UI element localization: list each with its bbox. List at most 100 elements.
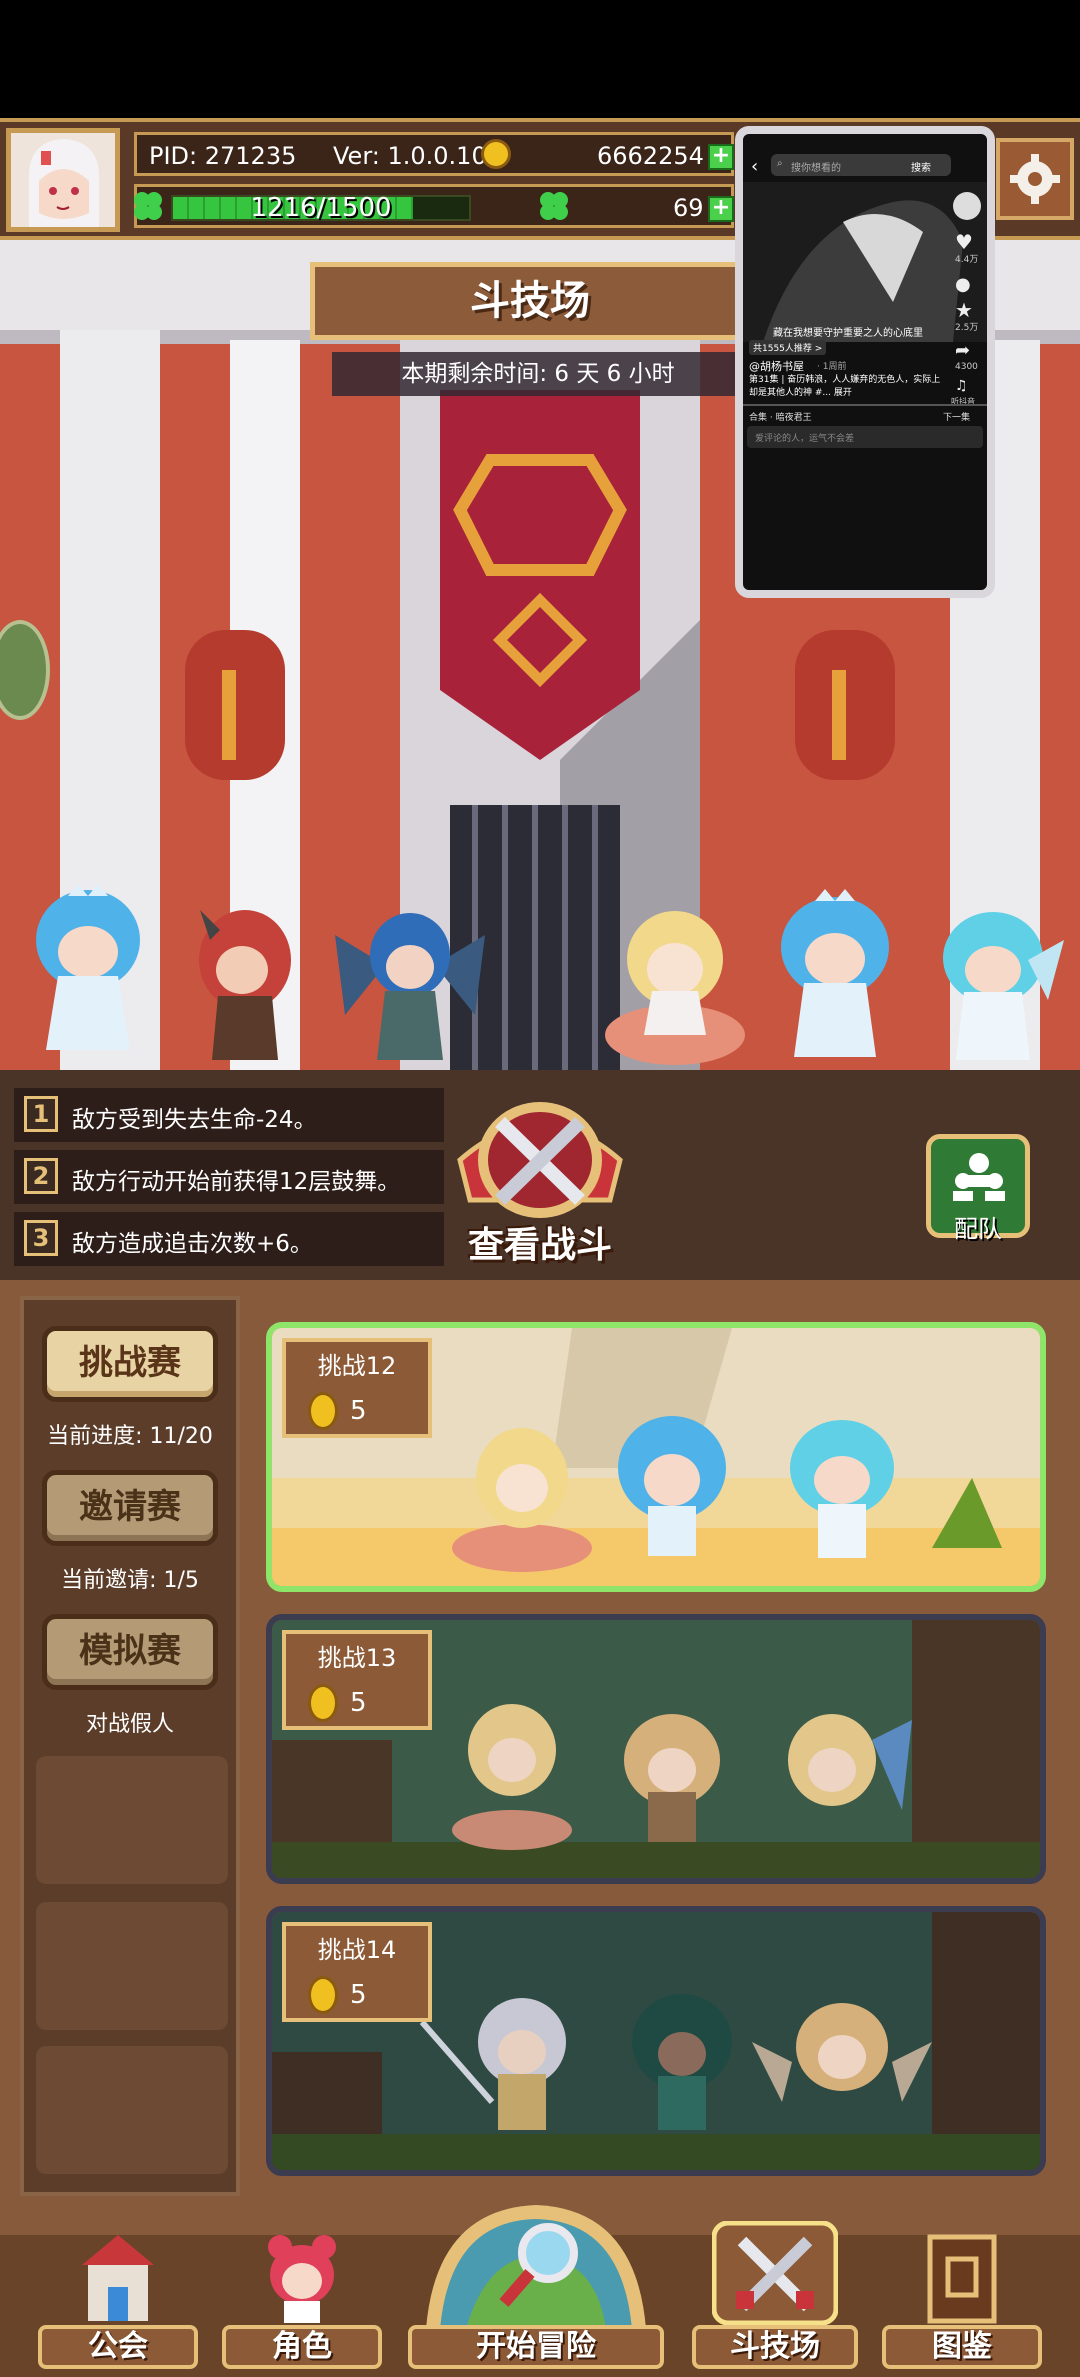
- video-search-placeholder: 搜你想看的: [791, 163, 841, 174]
- status-bar: [0, 0, 1080, 118]
- video-caption: 藏在我想要守护重要之人的心底里: [773, 328, 923, 339]
- version-text: Ver: 1.0.0.10: [333, 142, 487, 170]
- character-sprite: [605, 911, 745, 1065]
- character-sprite: [781, 889, 889, 1057]
- character-sprite: [199, 910, 291, 1060]
- floating-video-window[interactable]: ‹ ⌕ 搜你想看的 搜索 ♥ 4.4万 ● ★ 2.5万 ➦ 4300 ♫ 听抖…: [735, 126, 995, 598]
- share-count: 4300: [955, 362, 978, 372]
- add-clover-icon[interactable]: +: [708, 196, 734, 222]
- simulation-desc: 对战假人: [85, 1712, 174, 1737]
- nav-character[interactable]: 角色: [222, 2235, 382, 2369]
- gear-icon: [1010, 154, 1060, 204]
- like-count: 4.4万: [955, 255, 979, 265]
- crossed-swords-icon: [712, 2221, 838, 2325]
- page-title: 斗技场: [470, 278, 590, 324]
- season-timer: 本期剩余时间: 6 天 6 小时: [332, 352, 744, 396]
- settings-button[interactable]: [996, 138, 1074, 220]
- info-row: PID: 271235 Ver: 1.0.0.10 6662254: [134, 132, 734, 176]
- effect-text: 敌方受到失去生命-24。: [72, 1107, 317, 1133]
- season-timer-text: 本期剩余时间: 6 天 6 小时: [401, 361, 675, 387]
- medal-coin-icon: [308, 1392, 338, 1430]
- effect-number: 3: [24, 1220, 58, 1256]
- comment-placeholder: 爱评论的人，运气不会差: [755, 434, 855, 444]
- next-episode[interactable]: 下一集: [943, 410, 970, 423]
- comment-input[interactable]: 爱评论的人，运气不会差: [747, 426, 983, 448]
- share-icon[interactable]: ➦: [955, 340, 970, 361]
- video-search-button[interactable]: 搜索: [911, 159, 931, 174]
- character-sprite: [943, 912, 1064, 1060]
- energy-text: 1216/1500: [250, 193, 392, 223]
- book-icon: [927, 2234, 997, 2324]
- search-icon: ⌕: [777, 158, 783, 169]
- video-progress[interactable]: [743, 404, 987, 406]
- effect-text: 敌方行动开始前获得12层鼓舞。: [72, 1169, 401, 1195]
- nav-start-adventure-label: 开始冒险: [408, 2325, 664, 2369]
- challenge-title: 挑战12: [317, 1352, 397, 1380]
- challenge-label: 挑战14 5: [282, 1922, 432, 2022]
- nav-start-adventure[interactable]: 开始冒险: [408, 2205, 664, 2369]
- character-sprite: [36, 884, 140, 1050]
- view-battle-label: 查看战斗: [467, 1225, 612, 1266]
- video-description: 第31集 | 奋历韩浪，人人嫌弃的无色人，实际上却是其他人的神 #... 展开: [749, 375, 941, 398]
- team-setup-label: 配队: [954, 1215, 1002, 1243]
- energy-clover-icon: [134, 192, 162, 220]
- nav-collection-label: 图鉴: [882, 2325, 1042, 2369]
- guild-building-icon: [82, 2235, 154, 2321]
- challenge-card[interactable]: 挑战12 5: [266, 1322, 1046, 1592]
- nav-collection[interactable]: 图鉴: [882, 2234, 1042, 2369]
- video-collection[interactable]: 合集 · 暗夜君王: [749, 410, 812, 423]
- effect-item: 2 敌方行动开始前获得12层鼓舞。: [14, 1150, 444, 1204]
- gold-coin-icon: [481, 139, 511, 169]
- avatar[interactable]: [6, 128, 120, 232]
- nav-arena[interactable]: 斗技场: [692, 2221, 858, 2369]
- magnifier-map-icon: [426, 2205, 646, 2329]
- empty-slot: [36, 2046, 228, 2174]
- challenge-mode-button[interactable]: 挑战赛: [42, 1326, 218, 1402]
- effect-item: 3 敌方造成追击次数+6。: [14, 1212, 444, 1266]
- nav-guild-label: 公会: [38, 2325, 198, 2369]
- back-icon[interactable]: ‹: [751, 156, 758, 177]
- view-battle-button[interactable]: 查看战斗: [440, 1100, 640, 1270]
- challenge-title: 挑战14: [317, 1936, 397, 1964]
- energy-row: 1216/1500 69: [134, 184, 734, 228]
- video-frame: [743, 182, 987, 342]
- clover-count: 69: [673, 194, 704, 222]
- effect-number: 2: [24, 1158, 58, 1194]
- recommend-badge[interactable]: 共1555人推荐 >: [749, 340, 827, 355]
- effect-item: 1 敌方受到失去生命-24。: [14, 1088, 444, 1142]
- character-icon: [268, 2235, 336, 2323]
- simulation-mode-button[interactable]: 模拟赛: [42, 1614, 218, 1690]
- challenge-label: 挑战12 5: [282, 1338, 432, 1438]
- empty-slot: [36, 1902, 228, 2030]
- challenge-cost: 5: [350, 1396, 367, 1426]
- challenge-progress: 当前进度: 11/20: [47, 1424, 213, 1449]
- add-gold-icon[interactable]: +: [708, 144, 734, 170]
- star-count: 2.5万: [955, 323, 979, 333]
- nav-character-label: 角色: [222, 2325, 382, 2369]
- heart-icon[interactable]: ♥: [955, 230, 973, 254]
- video-search-input[interactable]: ⌕ 搜你想看的 搜索: [771, 154, 951, 176]
- video-time: · 1周前: [817, 362, 847, 372]
- gold-amount: 6662254: [597, 142, 704, 170]
- team-setup-button[interactable]: 配队: [926, 1134, 1030, 1243]
- challenge-card[interactable]: 挑战14 5: [266, 1906, 1046, 2176]
- video-author[interactable]: @胡杨书屋: [749, 358, 804, 374]
- character-sprite: [335, 913, 485, 1060]
- nav-arena-label: 斗技场: [692, 2325, 858, 2369]
- arena-title-plate: 斗技场: [310, 262, 750, 340]
- nav-guild[interactable]: 公会: [38, 2235, 198, 2369]
- clover-icon: [540, 192, 568, 220]
- effect-text: 敌方造成追击次数+6。: [72, 1231, 313, 1257]
- pid-text: PID: 271235: [149, 142, 297, 170]
- comment-icon[interactable]: ●: [955, 274, 971, 295]
- author-avatar[interactable]: [953, 192, 981, 220]
- star-icon[interactable]: ★: [955, 298, 973, 322]
- empty-slot: [36, 1756, 228, 1884]
- challenge-card[interactable]: 挑战13 5: [266, 1614, 1046, 1884]
- energy-bar: 1216/1500: [171, 195, 471, 221]
- invitation-progress: 当前邀请: 1/5: [61, 1568, 199, 1593]
- headphones-icon[interactable]: ♫: [955, 378, 968, 394]
- challenge-label: 挑战13 5: [282, 1630, 432, 1730]
- invitation-mode-button[interactable]: 邀请赛: [42, 1470, 218, 1546]
- challenge-cost: 5: [350, 1980, 367, 2010]
